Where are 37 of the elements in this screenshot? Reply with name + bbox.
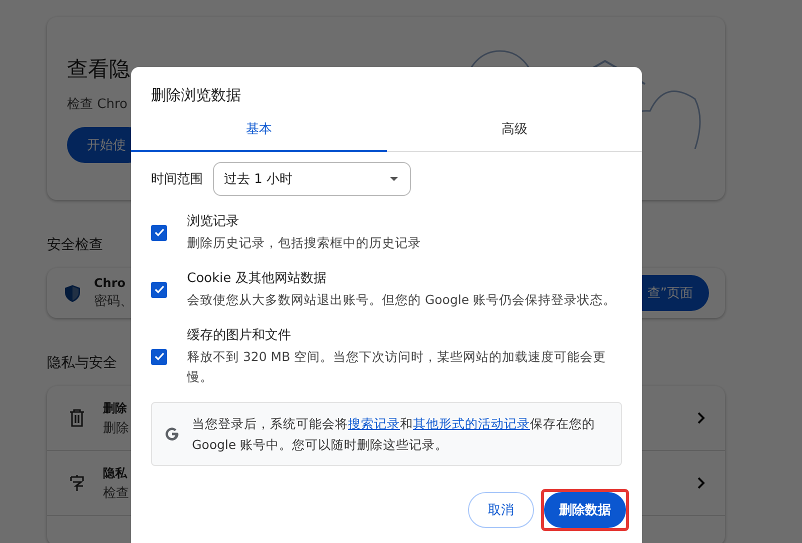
time-range-dropdown[interactable]: 过去 1 小时 — [213, 162, 411, 196]
item-subtitle: 密码、 — [94, 293, 133, 310]
item-subtitle: 检查 — [103, 484, 129, 502]
card-subtitle: 检查 Chro — [67, 96, 128, 113]
tab[interactable]: 高级 — [386, 112, 642, 152]
shield-icon — [65, 284, 80, 302]
dialog-title: 删除浏览数据 — [150, 85, 242, 105]
checkbox[interactable] — [151, 348, 167, 364]
info-text: 当您登录后，系统可能会将搜索记录和其他形式的活动记录保存在您的 Google 账号中。您可以随时删除这些记录。 — [192, 415, 596, 454]
checkbox[interactable] — [151, 224, 167, 240]
caret-icon — [390, 177, 398, 181]
search-history-link[interactable]: 搜索记录 — [348, 416, 400, 431]
chevron-right-icon[interactable] — [697, 477, 705, 489]
check-icon — [154, 352, 164, 361]
option-title: 浏览记录 — [187, 213, 240, 230]
trash-icon — [69, 409, 85, 427]
option-description: 释放不到 320 MB 空间。当您下次访问时，某些网站的加载速度可能会更慢。 — [187, 348, 608, 386]
cancel-button[interactable]: 取消 — [468, 492, 534, 528]
delete-data-button[interactable]: 删除数据 — [544, 492, 626, 528]
checkbox[interactable] — [151, 282, 167, 298]
section-heading: 隐私与安全 — [47, 354, 117, 372]
check-icon — [154, 228, 164, 237]
g-logo-icon — [164, 426, 180, 442]
item-title: 隐私 — [103, 464, 127, 482]
option-title: Cookie 及其他网站数据 — [187, 270, 328, 287]
option-title: 缓存的图片和文件 — [187, 327, 292, 344]
section-heading: 安全检查 — [47, 236, 103, 254]
item-subtitle: 删除 — [103, 420, 129, 436]
item-title: 删除 — [103, 400, 127, 416]
chevron-right-icon[interactable] — [697, 412, 705, 424]
check-icon — [154, 285, 164, 294]
option-description: 删除历史记录，包括搜索框中的历史记录 — [187, 234, 422, 252]
activity-link[interactable]: 其他形式的活动记录 — [413, 416, 530, 431]
item-title: Chro — [94, 276, 126, 290]
card-title: 查看隐 — [67, 56, 130, 83]
time-range-label: 时间范围 — [151, 171, 203, 188]
tab[interactable]: 基本 — [131, 112, 386, 152]
